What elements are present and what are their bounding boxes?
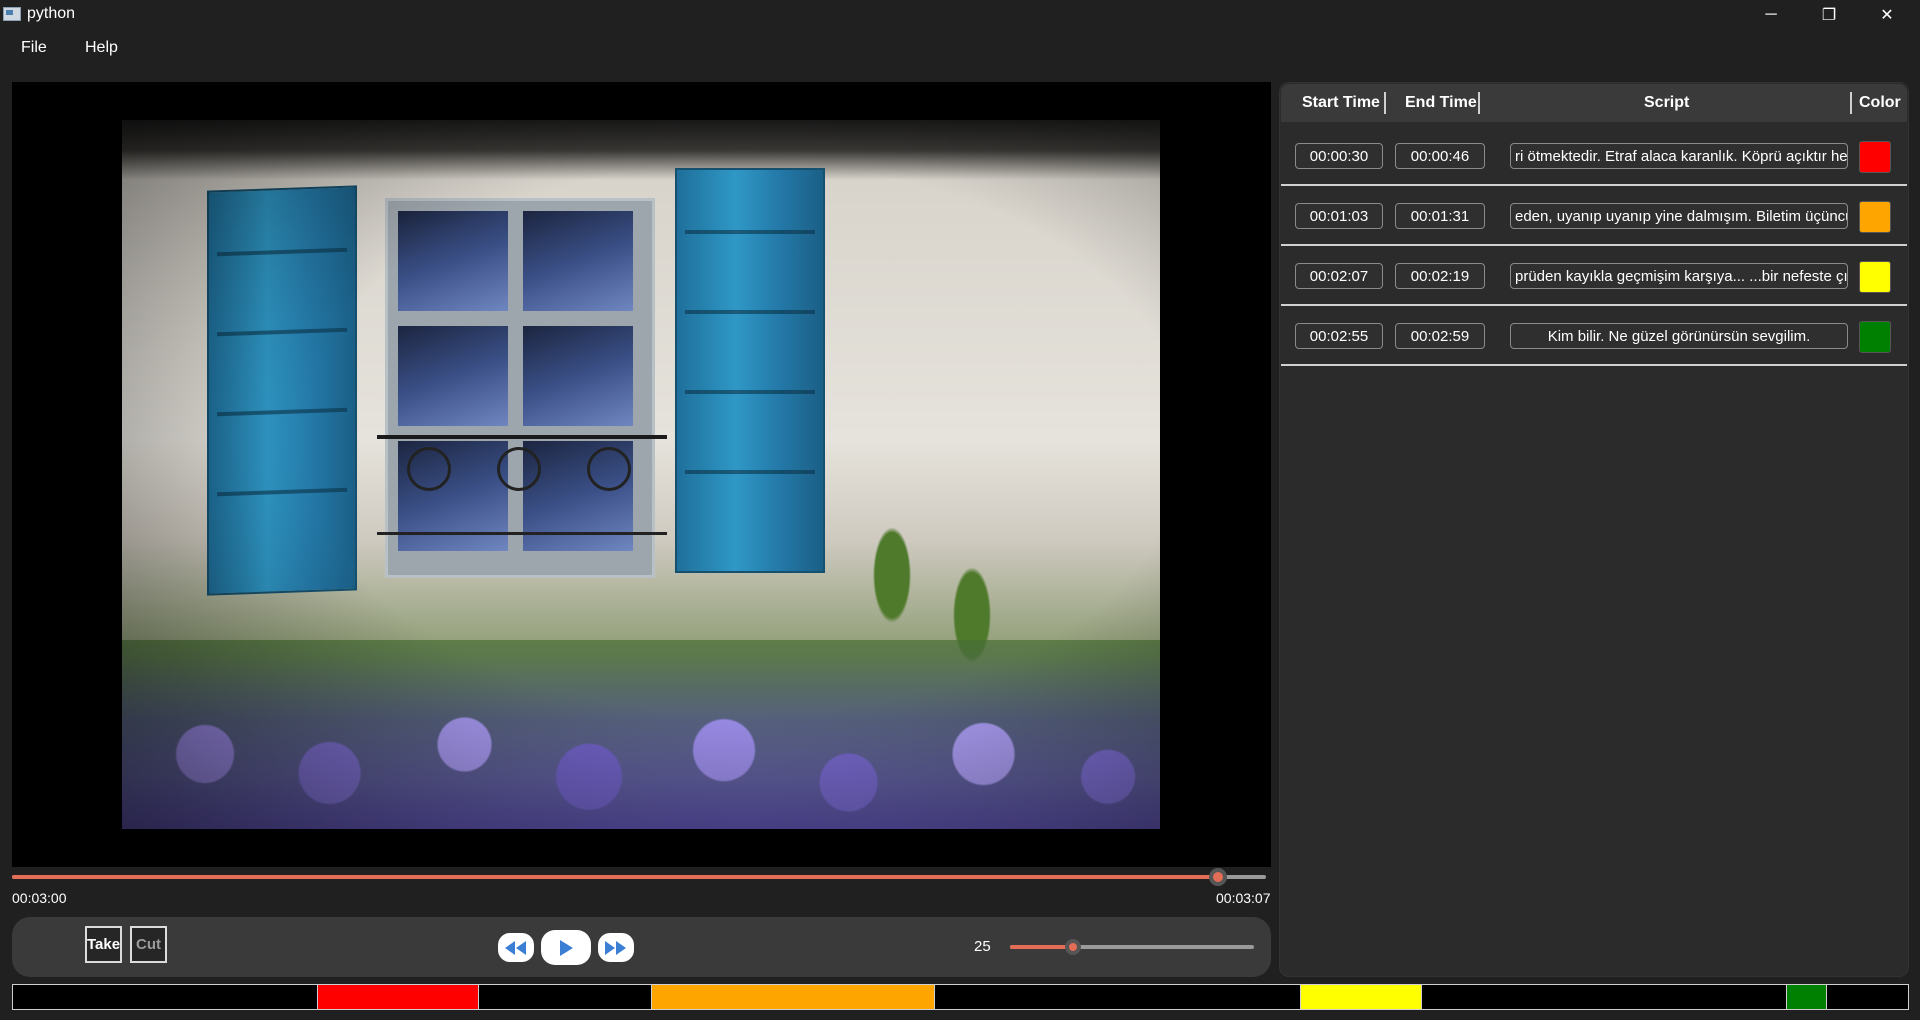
- fast-forward-button[interactable]: [598, 933, 634, 962]
- timeline-segment[interactable]: [317, 985, 480, 1009]
- timeline-segment[interactable]: [1299, 985, 1422, 1009]
- script-field[interactable]: ri ötmektedir. Etraf alaca karanlık. Köp…: [1510, 143, 1848, 169]
- total-time: 00:03:07: [1216, 890, 1271, 906]
- seek-handle[interactable]: [1209, 868, 1228, 886]
- fast-forward-icon: [605, 940, 626, 955]
- current-time: 00:03:00: [12, 890, 67, 906]
- app-icon: [3, 7, 21, 21]
- volume-value: 25: [974, 938, 991, 955]
- end-time-field[interactable]: 00:01:31: [1395, 203, 1485, 229]
- start-time-field[interactable]: 00:02:07: [1295, 263, 1383, 289]
- end-time-field[interactable]: 00:00:46: [1395, 143, 1485, 169]
- script-field[interactable]: prüden kayıkla geçmişim karşıya... ...bi…: [1510, 263, 1848, 289]
- header-script: Script: [1644, 94, 1690, 111]
- end-time-field[interactable]: 00:02:59: [1395, 323, 1485, 349]
- color-swatch[interactable]: [1859, 321, 1891, 353]
- menu-bar: [0, 29, 1920, 69]
- menu-help[interactable]: Help: [85, 39, 118, 57]
- volume-slider[interactable]: [1010, 939, 1254, 955]
- header-start-time: Start Time: [1302, 94, 1380, 111]
- start-time-field[interactable]: 00:01:03: [1295, 203, 1383, 229]
- minimize-button[interactable]: ─: [1742, 0, 1800, 29]
- rewind-button[interactable]: [498, 933, 534, 962]
- seek-slider[interactable]: [12, 868, 1266, 886]
- cut-button[interactable]: Cut: [130, 926, 167, 963]
- header-color: Color: [1859, 94, 1901, 111]
- window-title: python: [27, 5, 76, 22]
- color-swatch[interactable]: [1859, 201, 1891, 233]
- table-row[interactable]: 00:02:07 00:02:19 prüden kayıkla geçmişi…: [1281, 246, 1907, 306]
- start-time-field[interactable]: 00:02:55: [1295, 323, 1383, 349]
- video-frame: [122, 120, 1160, 829]
- color-swatch[interactable]: [1859, 261, 1891, 293]
- start-time-field[interactable]: 00:00:30: [1295, 143, 1383, 169]
- script-field[interactable]: Kim bilir. Ne güzel görünürsün sevgilim.: [1510, 323, 1848, 349]
- color-swatch[interactable]: [1859, 141, 1891, 173]
- play-icon: [560, 939, 573, 956]
- take-button[interactable]: Take: [85, 926, 122, 963]
- volume-level: [1010, 945, 1074, 949]
- header-end-time: End Time: [1405, 94, 1477, 111]
- table-row[interactable]: 00:02:55 00:02:59 Kim bilir. Ne güzel gö…: [1281, 306, 1907, 366]
- timeline-segment[interactable]: [651, 985, 936, 1009]
- video-player[interactable]: [12, 82, 1271, 867]
- close-button[interactable]: ✕: [1858, 0, 1916, 29]
- title-bar: python ─ ❐ ✕: [0, 0, 1920, 29]
- segment-timeline[interactable]: [12, 984, 1909, 1010]
- play-button[interactable]: [541, 930, 591, 965]
- script-field[interactable]: eden, uyanıp uyanıp yine dalmışım. Bilet…: [1510, 203, 1848, 229]
- rewind-icon: [505, 940, 526, 955]
- maximize-button[interactable]: ❐: [1800, 0, 1858, 29]
- table-row[interactable]: 00:01:03 00:01:31 eden, uyanıp uyanıp yi…: [1281, 186, 1907, 246]
- table-row[interactable]: 00:00:30 00:00:46 ri ötmektedir. Etraf a…: [1281, 126, 1907, 186]
- timeline-segment[interactable]: [1786, 985, 1827, 1009]
- menu-file[interactable]: File: [21, 39, 47, 57]
- seek-progress: [12, 875, 1219, 879]
- end-time-field[interactable]: 00:02:19: [1395, 263, 1485, 289]
